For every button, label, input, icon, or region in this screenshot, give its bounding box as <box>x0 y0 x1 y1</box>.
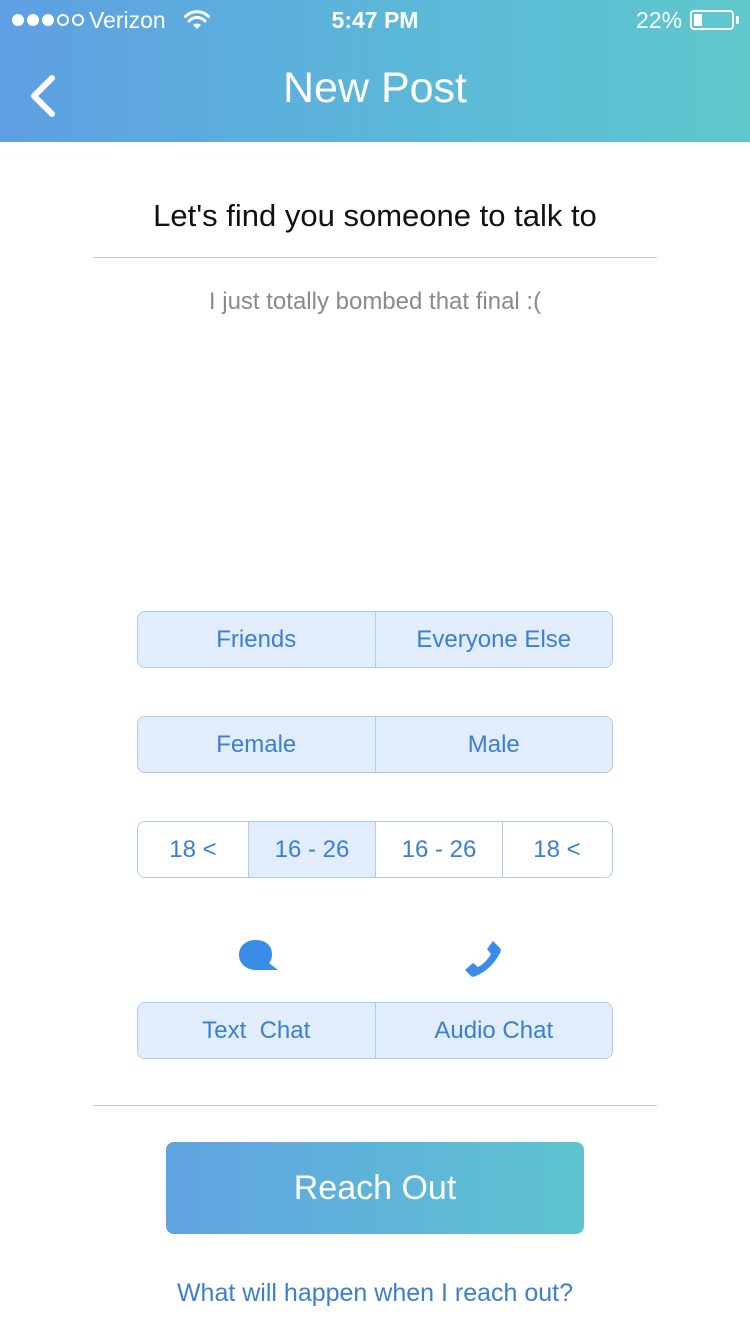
audience-option-friends[interactable]: Friends <box>138 612 375 667</box>
phone-icon <box>465 941 501 977</box>
age-option-female-min[interactable]: 18 < <box>138 822 248 877</box>
divider <box>93 257 657 258</box>
age-option-male-min[interactable]: 18 < <box>502 822 611 877</box>
gender-selector: Female Male <box>137 716 613 773</box>
age-option-male-range[interactable]: 16 - 26 <box>375 822 502 877</box>
gender-option-male[interactable]: Male <box>374 717 612 772</box>
prompt-heading: Let's find you someone to talk to <box>153 198 597 233</box>
speech-bubble-icon <box>239 940 278 970</box>
age-range-selector: 18 < 16 - 26 16 - 26 18 < <box>137 821 613 878</box>
status-bar: Verizon 5:47 PM 22% <box>0 0 750 40</box>
battery-level <box>694 14 702 26</box>
gender-option-female[interactable]: Female <box>138 717 375 772</box>
divider <box>93 1105 657 1106</box>
audience-selector: Friends Everyone Else <box>137 611 613 668</box>
battery-percent: 22% <box>636 7 683 33</box>
age-option-female-range[interactable]: 16 - 26 <box>248 822 375 877</box>
header-bar: Verizon 5:47 PM 22% New Post <box>0 0 750 142</box>
help-link[interactable]: What will happen when I reach out? <box>0 1279 750 1308</box>
chat-option-audio[interactable]: Audio Chat <box>374 1003 612 1058</box>
post-text-input[interactable] <box>93 288 657 316</box>
audience-option-everyone-else[interactable]: Everyone Else <box>374 612 612 667</box>
chat-option-text[interactable]: Text Chat <box>138 1003 375 1058</box>
page-title: New Post <box>282 64 467 112</box>
battery-icon <box>690 10 734 30</box>
reach-out-button[interactable]: Reach Out <box>166 1142 584 1234</box>
chat-type-selector: Text Chat Audio Chat <box>137 1002 613 1059</box>
